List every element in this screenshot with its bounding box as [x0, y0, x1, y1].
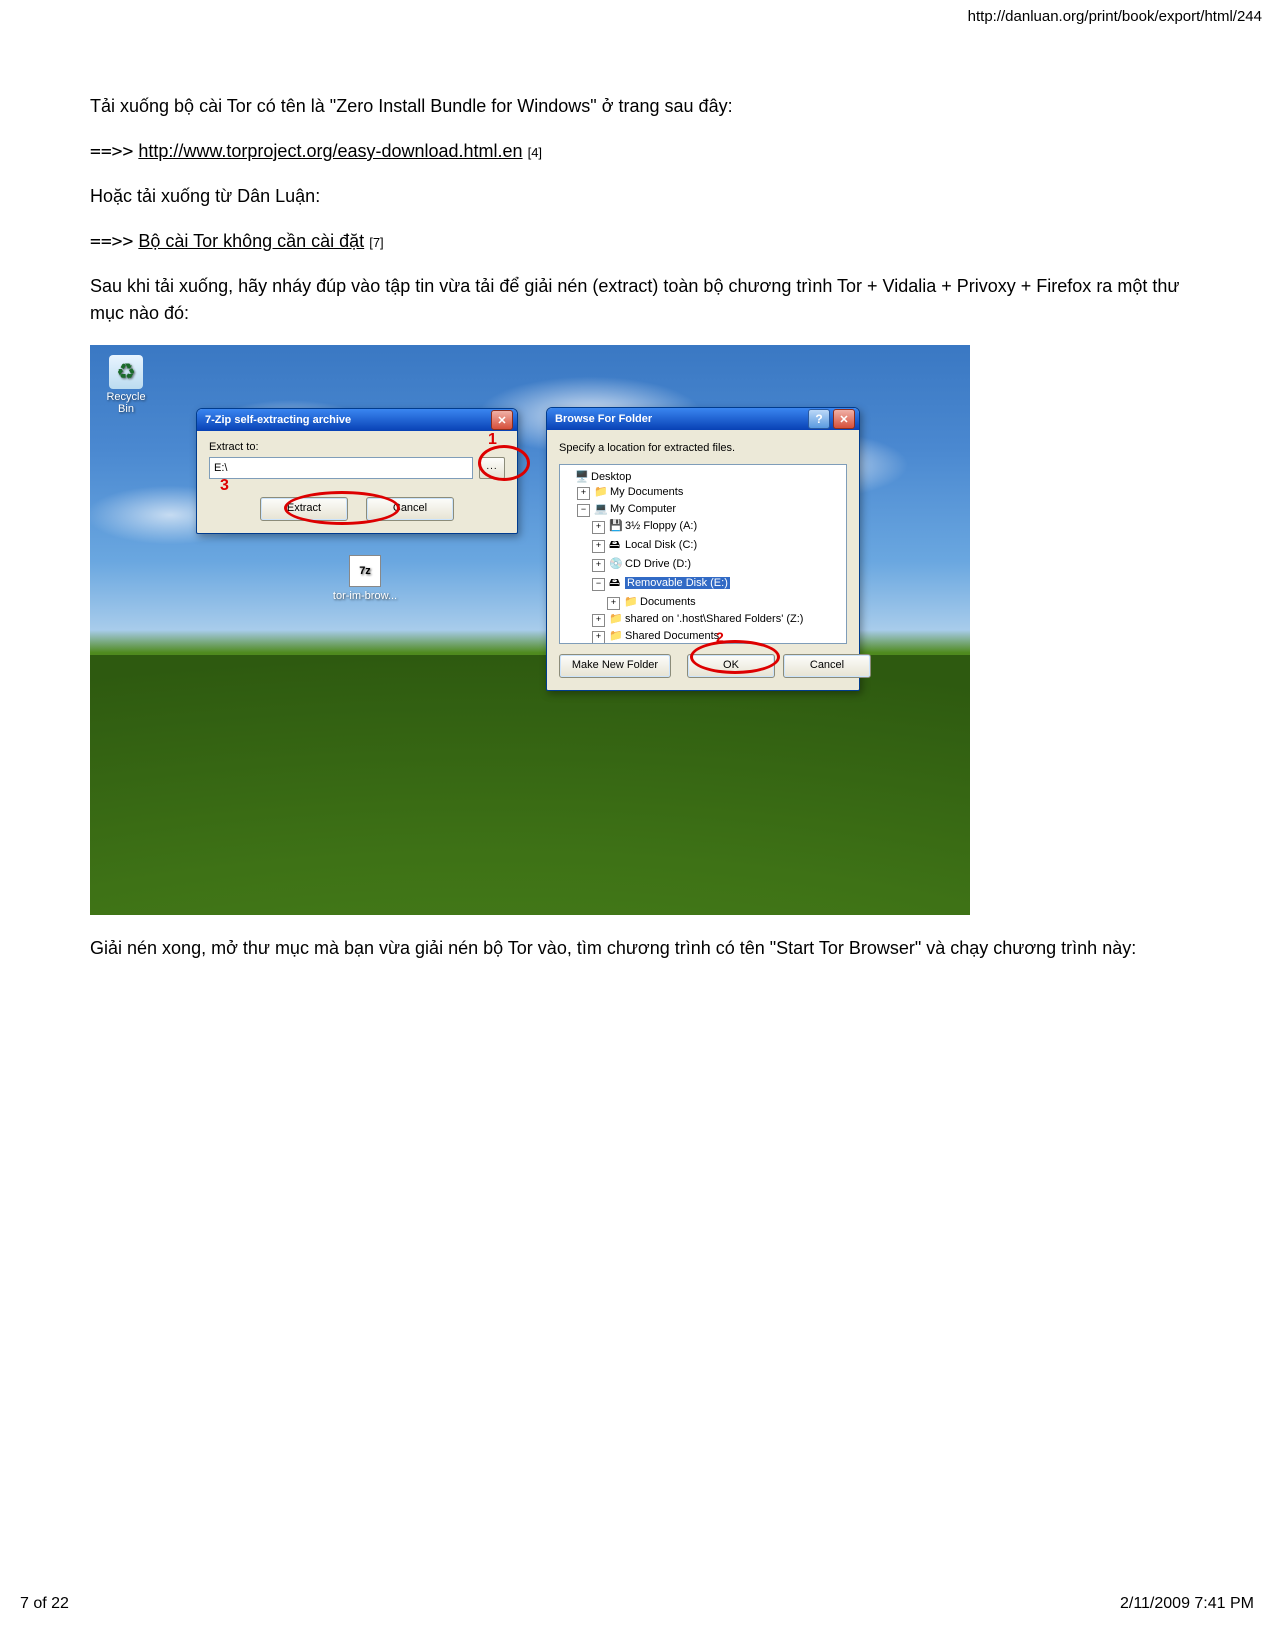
- extract-to-label: Extract to:: [209, 441, 505, 453]
- tree-item[interactable]: +📁shared on '.host\Shared Folders' (Z:): [562, 611, 844, 628]
- arrow-2: ==>>: [90, 231, 133, 252]
- tor-archive-icon[interactable]: 7z tor-im-brow...: [330, 555, 400, 602]
- browse-button[interactable]: ...: [479, 457, 505, 479]
- tree-item[interactable]: +🖴Local Disk (C:): [562, 535, 844, 556]
- tree-item[interactable]: +💾3½ Floppy (A:): [562, 518, 844, 535]
- tree-item[interactable]: −💻My Computer: [562, 501, 844, 518]
- make-new-folder-button[interactable]: Make New Folder: [559, 654, 671, 678]
- annotation-3: 3: [220, 477, 229, 495]
- seven-zip-title: 7-Zip self-extracting archive: [205, 414, 488, 426]
- help-icon[interactable]: ?: [808, 409, 830, 429]
- paragraph-2: Hoặc tải xuống từ Dân Luận:: [90, 183, 1184, 210]
- seven-zip-window: 7-Zip self-extracting archive ✕ Extract …: [196, 408, 518, 534]
- tree-item[interactable]: −🖴Removable Disk (E:): [562, 573, 844, 594]
- tree-item[interactable]: +📁Documents: [562, 594, 844, 611]
- paragraph-3: Sau khi tải xuống, hãy nháy đúp vào tập …: [90, 273, 1184, 327]
- annotation-1: 1: [488, 431, 497, 449]
- screenshot-desktop: ♻ Recycle Bin 7z tor-im-brow... 7-Zip se…: [90, 345, 970, 915]
- tree-item[interactable]: +📁Shared Documents: [562, 628, 844, 644]
- seven-zip-titlebar[interactable]: 7-Zip self-extracting archive ✕: [197, 409, 517, 431]
- ok-button[interactable]: OK: [687, 654, 775, 678]
- tree-item[interactable]: +📁My Documents: [562, 484, 844, 501]
- paragraph-4: Giải nén xong, mở thư mục mà bạn vừa giả…: [90, 935, 1184, 962]
- tree-item[interactable]: +💿CD Drive (D:): [562, 556, 844, 573]
- download-link-1[interactable]: http://www.torproject.org/easy-download.…: [138, 141, 522, 161]
- tor-archive-label: tor-im-brow...: [330, 590, 400, 602]
- download-link-2[interactable]: Bộ cài Tor không cần cài đặt: [138, 231, 364, 251]
- ref-7: [7]: [369, 235, 383, 250]
- browse-folder-message: Specify a location for extracted files.: [559, 442, 847, 454]
- print-date: 2/11/2009 7:41 PM: [1120, 1595, 1254, 1613]
- cancel-button[interactable]: Cancel: [783, 654, 871, 678]
- folder-tree[interactable]: 🖥️Desktop+📁My Documents−💻My Computer+💾3½…: [559, 464, 847, 644]
- close-icon[interactable]: ✕: [491, 410, 513, 430]
- recycle-glyph: ♻: [109, 355, 143, 389]
- paragraph-1: Tải xuống bộ cài Tor có tên là "Zero Ins…: [90, 93, 1184, 120]
- ref-4: [4]: [528, 145, 542, 160]
- tree-item[interactable]: 🖥️Desktop: [562, 469, 844, 484]
- browse-folder-title: Browse For Folder: [555, 413, 805, 425]
- close-icon[interactable]: ✕: [833, 409, 855, 429]
- browse-folder-titlebar[interactable]: Browse For Folder ? ✕: [547, 408, 859, 430]
- browse-folder-window: Browse For Folder ? ✕ Specify a location…: [546, 407, 860, 691]
- extract-button[interactable]: Extract: [260, 497, 348, 521]
- cancel-button[interactable]: Cancel: [366, 497, 454, 521]
- extract-path-input[interactable]: [209, 457, 473, 479]
- seven-zip-glyph: 7z: [349, 555, 381, 587]
- recycle-bin-icon[interactable]: ♻ Recycle Bin: [100, 355, 152, 415]
- annotation-2: 2: [716, 629, 724, 645]
- print-url: http://danluan.org/print/book/export/htm…: [0, 8, 1262, 25]
- recycle-bin-label: Recycle Bin: [100, 391, 152, 415]
- page-number: 7 of 22: [20, 1595, 69, 1613]
- arrow-1: ==>>: [90, 141, 133, 162]
